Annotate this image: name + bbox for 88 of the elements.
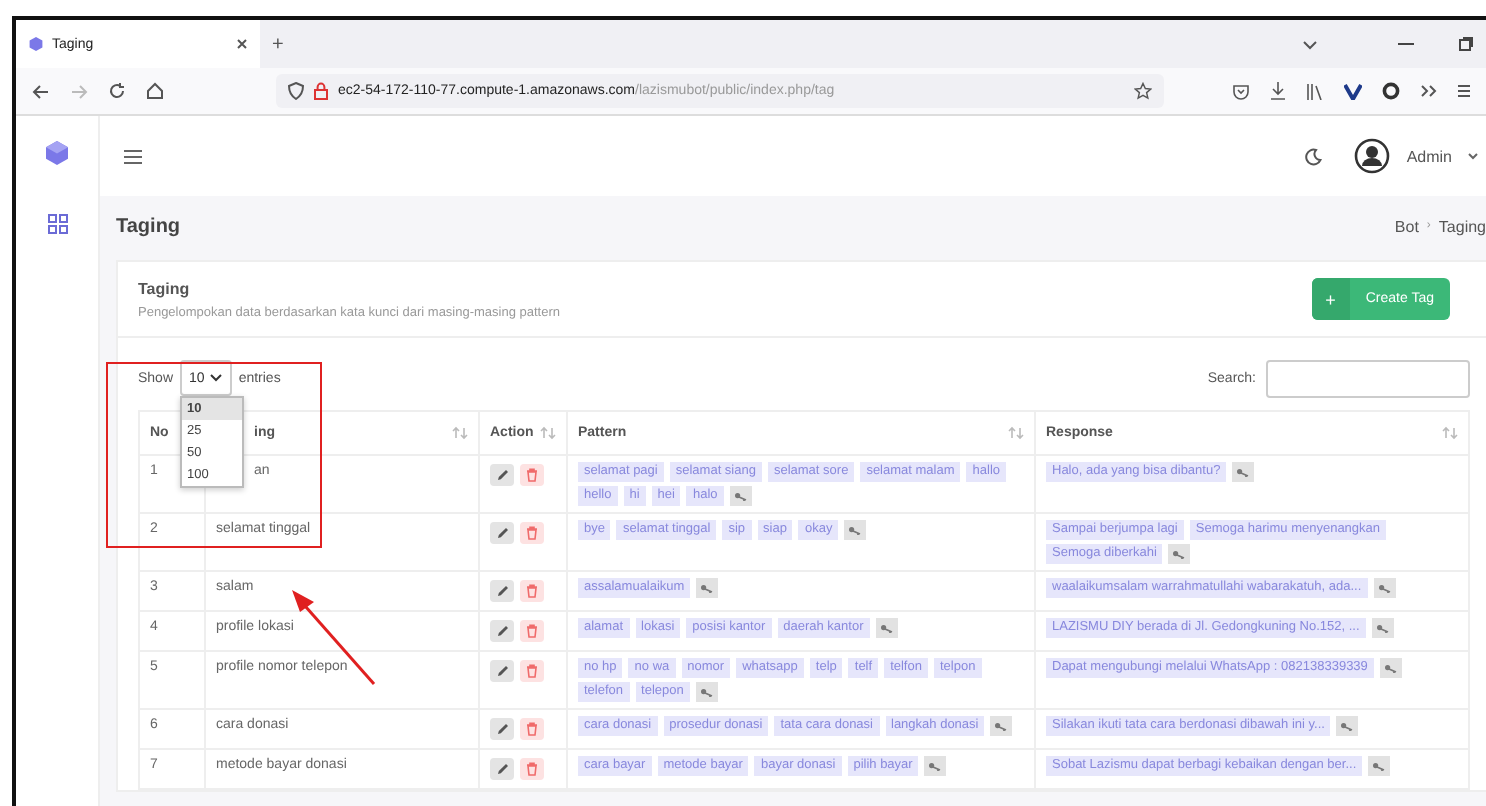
user-name[interactable]: Admin: [1406, 147, 1452, 165]
grid-icon[interactable]: [47, 214, 67, 234]
edit-button[interactable]: [490, 620, 514, 642]
pencil-icon: [495, 664, 509, 678]
pencil-icon: [495, 624, 509, 638]
shield-icon: [288, 82, 304, 100]
key-button[interactable]: [696, 578, 719, 598]
delete-button[interactable]: [520, 580, 544, 602]
key-button[interactable]: [924, 756, 947, 776]
library-icon[interactable]: [1306, 83, 1324, 99]
menu-icon[interactable]: [124, 149, 142, 163]
key-button[interactable]: [1373, 578, 1396, 598]
key-icon: [1340, 721, 1355, 731]
avatar-icon[interactable]: [1354, 138, 1391, 174]
back-icon[interactable]: [32, 83, 50, 99]
key-icon: [1383, 663, 1398, 673]
chevron-down-icon[interactable]: [1302, 39, 1318, 49]
trash-icon: [526, 722, 538, 736]
close-icon[interactable]: [236, 38, 248, 50]
trash-icon: [526, 584, 538, 598]
key-icon: [1377, 583, 1392, 593]
moon-icon[interactable]: [1304, 147, 1323, 165]
pencil-icon: [495, 526, 509, 540]
key-icon: [1172, 549, 1187, 559]
lock-icon: [314, 82, 328, 100]
edit-button[interactable]: [490, 660, 514, 682]
page-title: Taging: [116, 215, 181, 237]
new-tab-button[interactable]: +: [260, 33, 296, 55]
pencil-icon: [495, 468, 509, 482]
key-button[interactable]: [1168, 544, 1191, 564]
key-button[interactable]: [1368, 756, 1391, 776]
delete-button[interactable]: [520, 620, 544, 642]
key-button[interactable]: [990, 716, 1013, 736]
home-icon[interactable]: [146, 82, 164, 100]
key-icon: [700, 583, 715, 593]
key-icon: [1375, 623, 1390, 633]
key-button[interactable]: [1371, 618, 1394, 638]
edit-button[interactable]: [490, 522, 514, 544]
key-icon: [879, 623, 894, 633]
search-field[interactable]: [1266, 359, 1470, 397]
edit-button[interactable]: [490, 718, 514, 740]
edit-button[interactable]: [490, 758, 514, 780]
pocket-icon[interactable]: [1232, 83, 1250, 99]
restore-icon[interactable]: [1458, 36, 1474, 52]
star-icon[interactable]: [1134, 82, 1152, 100]
breadcrumb-item[interactable]: Taging: [1438, 217, 1486, 235]
key-icon: [699, 687, 714, 697]
key-button[interactable]: [1336, 716, 1359, 736]
minimize-icon[interactable]: [1398, 42, 1414, 46]
delete-button[interactable]: [520, 464, 544, 486]
delete-button[interactable]: [520, 522, 544, 544]
key-button[interactable]: [1232, 462, 1255, 482]
pencil-icon: [495, 584, 509, 598]
key-button[interactable]: [695, 682, 718, 702]
pencil-icon: [495, 762, 509, 776]
chevron-down-icon: [210, 374, 223, 382]
key-icon: [733, 491, 748, 501]
download-icon[interactable]: [1270, 82, 1286, 100]
trash-icon: [526, 526, 538, 540]
circle-logo-icon[interactable]: [1382, 82, 1400, 100]
delete-button[interactable]: [520, 758, 544, 780]
reload-icon[interactable]: [108, 82, 126, 100]
key-button[interactable]: [875, 618, 898, 638]
card-title: Taging: [138, 279, 192, 297]
key-icon: [928, 761, 943, 771]
trash-icon: [526, 624, 538, 638]
v-logo-icon[interactable]: [1344, 83, 1362, 99]
menu-icon[interactable]: [1458, 84, 1470, 98]
delete-button[interactable]: [520, 718, 544, 740]
key-icon: [848, 525, 863, 535]
key-icon: [1372, 761, 1387, 771]
hexagon-logo-icon[interactable]: [44, 140, 70, 166]
key-icon: [1236, 467, 1251, 477]
chevron-down-icon[interactable]: [1468, 152, 1478, 160]
key-button[interactable]: [844, 520, 867, 540]
trash-icon: [526, 468, 538, 482]
delete-button[interactable]: [520, 660, 544, 682]
overflow-icon[interactable]: [1420, 84, 1438, 98]
trash-icon: [526, 664, 538, 678]
key-button[interactable]: [729, 486, 752, 506]
key-button[interactable]: [1379, 658, 1402, 678]
edit-button[interactable]: [490, 464, 514, 486]
key-icon: [994, 721, 1009, 731]
pencil-icon: [495, 722, 509, 736]
trash-icon: [526, 762, 538, 776]
breadcrumb-item[interactable]: Bot: [1394, 217, 1419, 235]
edit-button[interactable]: [490, 580, 514, 602]
hexagon-logo-icon: [28, 36, 44, 52]
